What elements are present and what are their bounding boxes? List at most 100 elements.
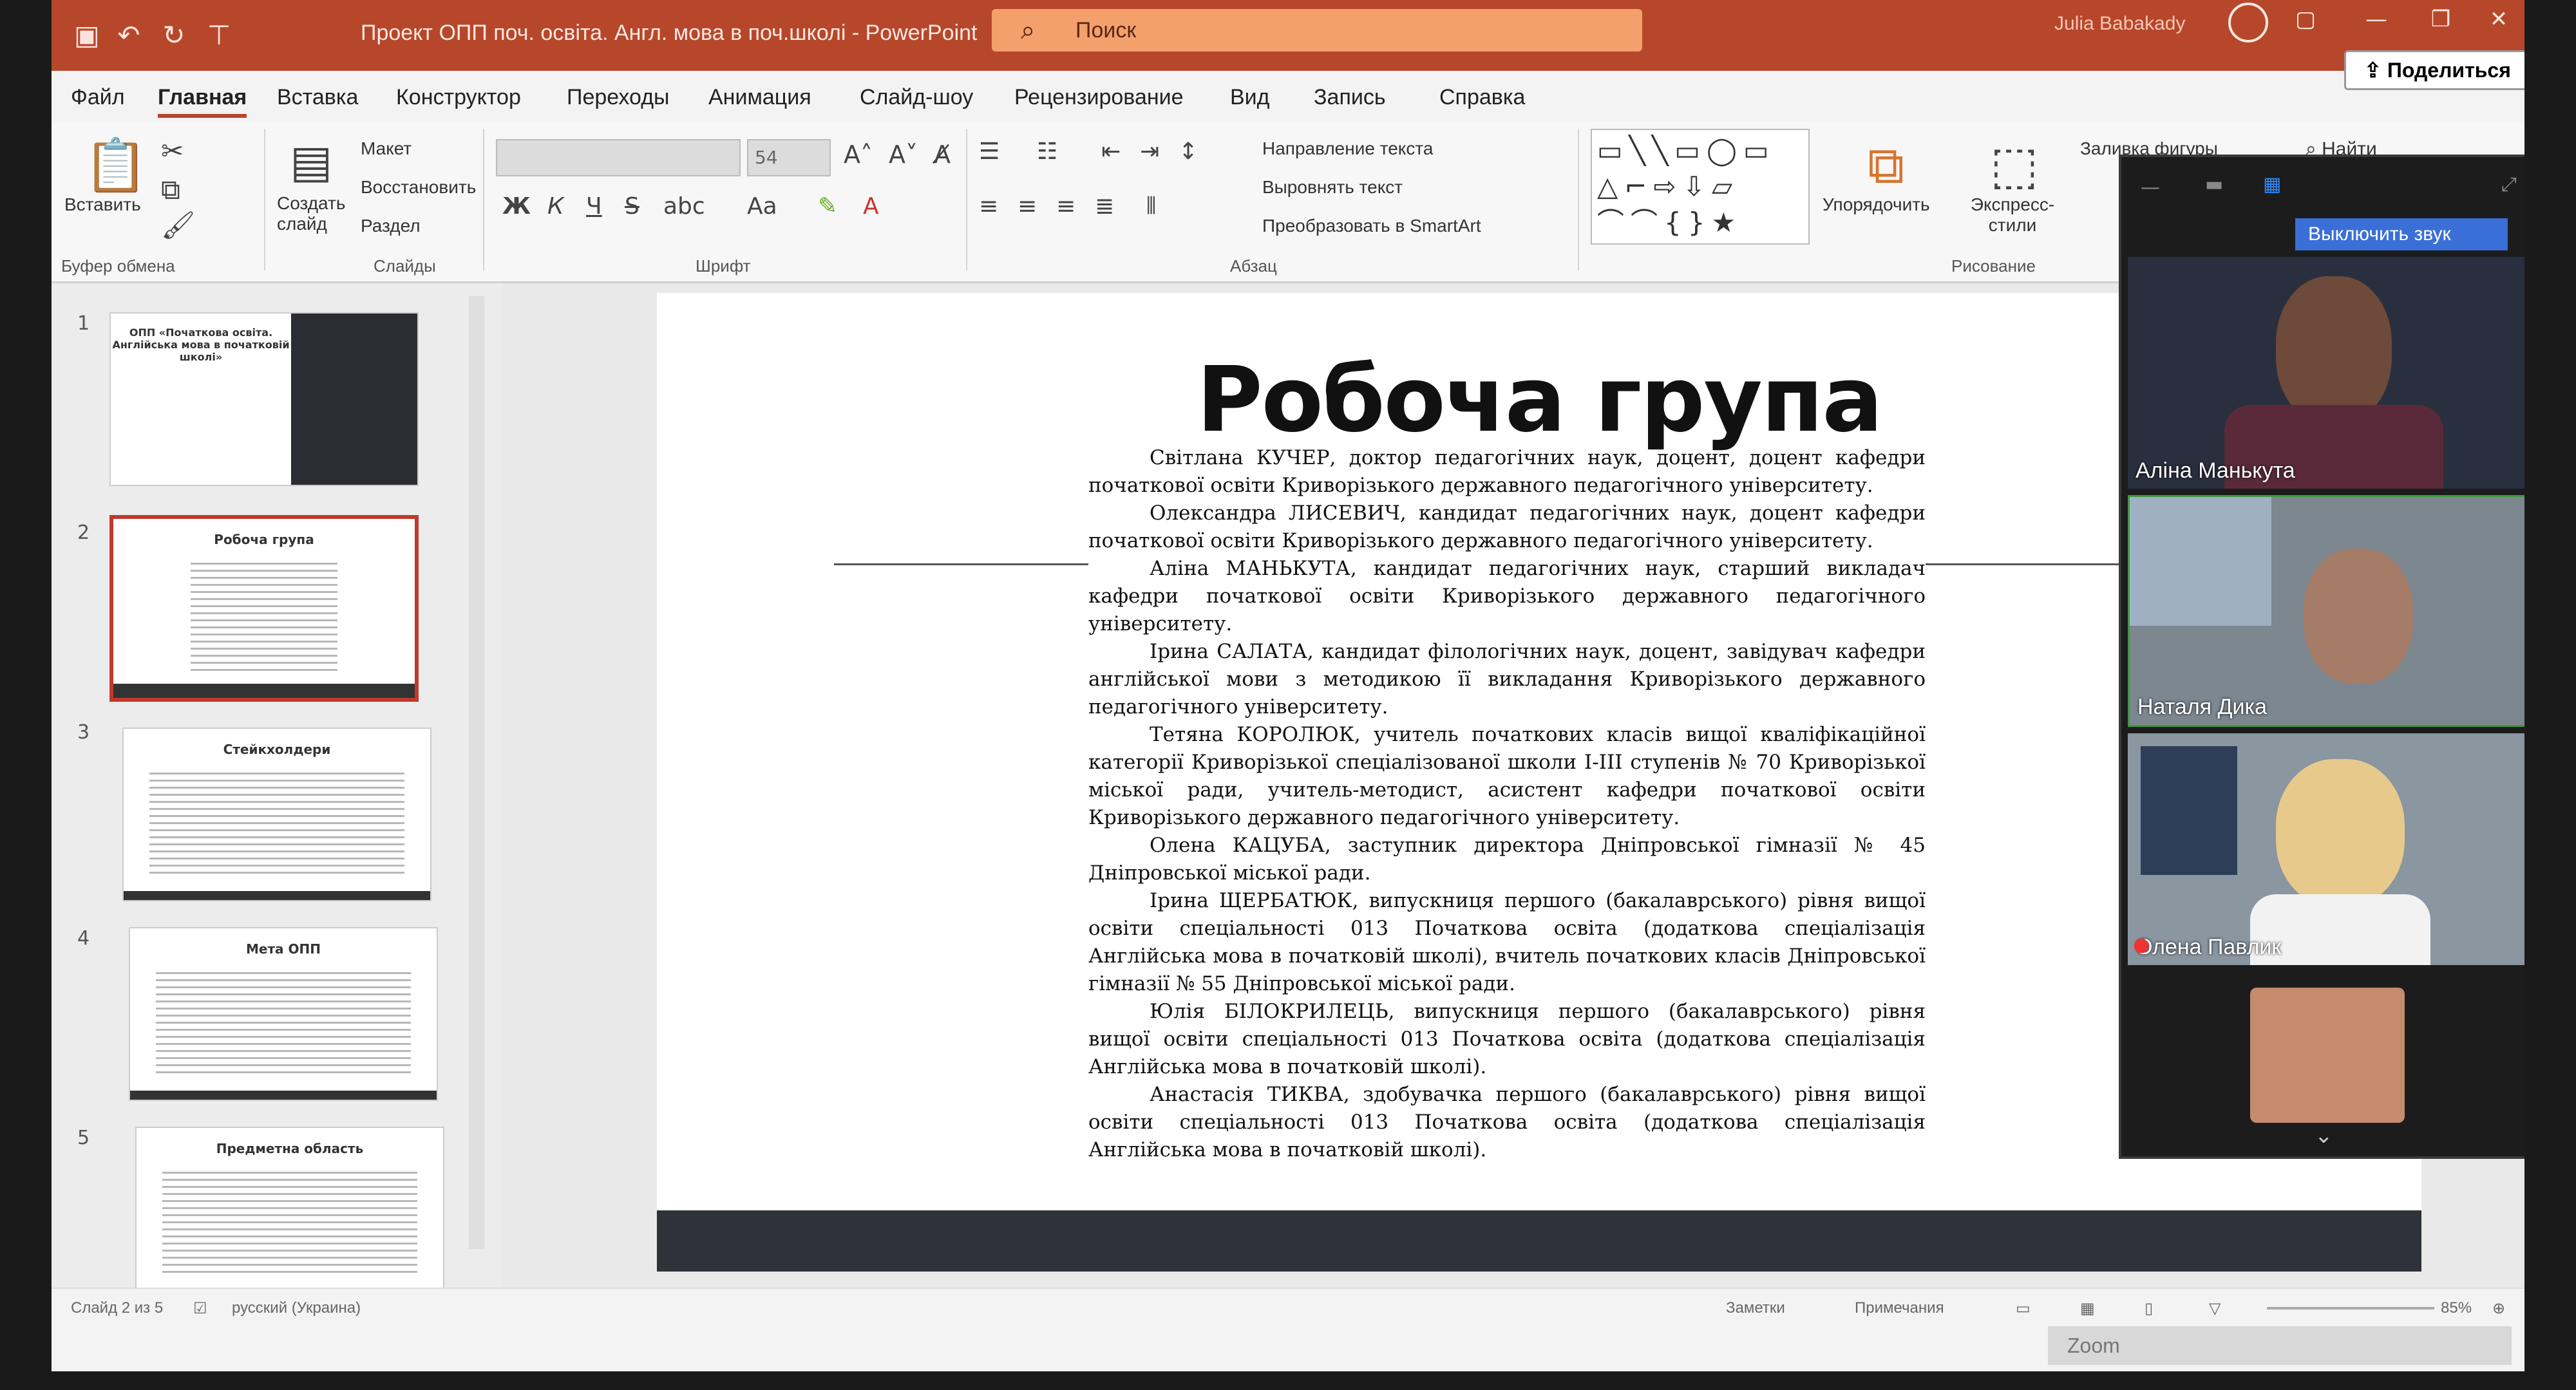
cut-icon[interactable]: ✂ xyxy=(161,135,184,167)
highlight-icon[interactable]: ✎ xyxy=(818,193,837,220)
search-input[interactable]: ⌕ Поиск xyxy=(992,9,1642,52)
tab-help[interactable]: Справка xyxy=(1439,85,1525,110)
thumbnail-slide-5[interactable]: Предметна область xyxy=(135,1127,444,1301)
minimize-icon[interactable]: — xyxy=(2141,176,2160,199)
quick-styles-icon[interactable]: ⬚ xyxy=(1990,135,2039,195)
new-slide-button[interactable]: Создать слайд xyxy=(277,193,354,234)
change-case-button[interactable]: Aa xyxy=(747,193,777,220)
shapes-gallery[interactable]: ▭╲╲▭◯▭ △⌐⇨⇩▱ ⌒⌒{}★ xyxy=(1591,129,1810,245)
search-placeholder: Поиск xyxy=(1075,18,1137,42)
underline-button[interactable]: Ч xyxy=(586,193,602,220)
save-icon[interactable]: ▣ xyxy=(71,19,103,52)
thumbnail-slide-1[interactable]: ОПП «Початкова освіта. Англійська мова в… xyxy=(109,312,419,486)
paste-icon[interactable]: 📋 xyxy=(84,135,148,196)
quick-styles-button[interactable]: Экспресс-стили xyxy=(1958,194,2067,236)
spellcheck-icon[interactable]: ☑ xyxy=(193,1299,207,1318)
bullets-icon[interactable]: ☰ xyxy=(979,138,999,165)
undo-icon[interactable]: ↶ xyxy=(113,19,145,52)
slideshow-view-icon[interactable]: ▽ xyxy=(2209,1299,2221,1318)
ribbon-display-icon[interactable]: ▢ xyxy=(2273,0,2338,39)
tab-view[interactable]: Вид xyxy=(1230,85,1270,110)
layout-button[interactable]: Макет xyxy=(361,138,412,159)
chevron-down-icon[interactable]: ⌄ xyxy=(2315,1123,2333,1149)
participant-tile[interactable]: Наталя Дика xyxy=(2128,495,2524,727)
bold-button[interactable]: Ж xyxy=(502,193,531,220)
zoom-video-panel: — ▬ ▦ ⤢ Выключить звук Аліна Манькута На… xyxy=(2119,155,2524,1159)
member-entry: Світлана КУЧЕР, доктор педагогічних наук… xyxy=(1088,446,1926,497)
language-indicator[interactable]: русский (Украина) xyxy=(232,1299,361,1317)
divider xyxy=(1578,129,1579,270)
share-label: Поделиться xyxy=(2387,59,2511,82)
normal-view-icon[interactable]: ▭ xyxy=(2016,1299,2031,1318)
participant-avatar[interactable] xyxy=(2250,988,2405,1123)
thumbnail-slide-2[interactable]: Робоча група xyxy=(109,515,419,702)
zoom-slider[interactable] xyxy=(2267,1307,2434,1310)
view-icon[interactable]: ▬ xyxy=(2205,173,2223,196)
format-painter-icon[interactable]: 🖌 xyxy=(161,209,195,241)
muted-mic-icon: ● xyxy=(2133,934,2150,956)
share-button[interactable]: ⇪ Поделиться xyxy=(2344,50,2524,90)
gallery-icon[interactable]: ▦ xyxy=(2263,173,2281,196)
text-direction-button[interactable]: Направление текста xyxy=(1262,138,1433,159)
zoom-level[interactable]: 85% xyxy=(2441,1299,2472,1317)
convert-smartart-button[interactable]: Преобразовать в SmartArt xyxy=(1262,216,1481,236)
member-entry: Ірина ЩЕРБАТЮК, випускниця першого (бака… xyxy=(1088,889,1926,995)
tab-insert[interactable]: Вставка xyxy=(277,85,358,110)
decrease-indent-icon[interactable]: ⇤ xyxy=(1101,138,1121,165)
thumbnail-scrollbar[interactable] xyxy=(469,296,484,1249)
fit-slide-icon[interactable]: ⊕ xyxy=(2492,1299,2505,1318)
mute-button[interactable]: Выключить звук xyxy=(2295,218,2508,250)
justify-icon[interactable]: ≣ xyxy=(1095,193,1114,220)
arrange-icon[interactable]: ⧉ xyxy=(1868,135,1904,196)
paste-button[interactable]: Вставить xyxy=(64,194,141,215)
numbering-icon[interactable]: ☷ xyxy=(1037,138,1057,165)
redo-icon[interactable]: ↻ xyxy=(158,19,190,52)
align-right-icon[interactable]: ≡ xyxy=(1056,193,1075,220)
tab-design[interactable]: Конструктор xyxy=(396,85,521,110)
user-name[interactable]: Julia Babakady xyxy=(2054,13,2185,35)
columns-icon[interactable]: ⫴ xyxy=(1146,193,1156,220)
italic-button[interactable]: К xyxy=(547,193,564,220)
maximize-icon[interactable]: ⤢ xyxy=(2501,173,2517,196)
ribbon-tabs: Файл Главная Вставка Конструктор Переход… xyxy=(52,71,2524,122)
font-name-select[interactable] xyxy=(496,139,741,176)
font-size-select[interactable]: 54 xyxy=(747,139,831,176)
restore-icon[interactable]: ❐ xyxy=(2409,0,2473,39)
reading-view-icon[interactable]: ▯ xyxy=(2145,1299,2153,1318)
font-color-icon[interactable]: A xyxy=(863,193,879,220)
tab-home[interactable]: Главная xyxy=(158,85,247,118)
clear-format-icon[interactable]: A̸ xyxy=(934,140,951,169)
comments-button[interactable]: Примечания xyxy=(1855,1299,1944,1317)
avatar[interactable] xyxy=(2228,3,2268,42)
shrink-font-icon[interactable]: A˅ xyxy=(889,140,918,169)
new-slide-icon[interactable]: ▤ xyxy=(290,135,332,188)
grow-font-icon[interactable]: A˄ xyxy=(844,140,873,169)
tab-review[interactable]: Рецензирование xyxy=(1014,85,1184,110)
sorter-view-icon[interactable]: ▦ xyxy=(2080,1299,2095,1318)
line-spacing-icon[interactable]: ↕ xyxy=(1179,138,1198,165)
align-center-icon[interactable]: ≡ xyxy=(1018,193,1037,220)
shadow-icon[interactable]: abc xyxy=(663,193,705,220)
copy-icon[interactable]: ⧉ xyxy=(161,174,180,206)
thumbnail-slide-3[interactable]: Стейкхолдери xyxy=(122,728,431,901)
tab-slideshow[interactable]: Слайд-шоу xyxy=(860,85,973,110)
align-left-icon[interactable]: ≡ xyxy=(979,193,998,220)
tab-animations[interactable]: Анимация xyxy=(708,85,811,110)
increase-indent-icon[interactable]: ⇥ xyxy=(1140,138,1159,165)
present-icon[interactable]: ⊤ xyxy=(203,19,235,52)
participant-tile[interactable]: Аліна Манькута xyxy=(2128,257,2524,489)
notes-button[interactable]: Заметки xyxy=(1726,1299,1785,1317)
minimize-icon[interactable]: — xyxy=(2344,0,2409,39)
tab-transitions[interactable]: Переходы xyxy=(567,85,669,110)
tab-file[interactable]: Файл xyxy=(71,85,125,110)
align-text-button[interactable]: Выровнять текст xyxy=(1262,177,1403,198)
working-group-text[interactable]: Світлана КУЧЕР, доктор педагогічних наук… xyxy=(1088,444,1926,1164)
participant-tile[interactable]: Олена Павлик ● xyxy=(2128,733,2524,965)
close-icon[interactable]: ✕ xyxy=(2467,0,2524,39)
arrange-button[interactable]: Упорядочить xyxy=(1823,194,1930,215)
thumbnail-slide-4[interactable]: Мета ОПП xyxy=(129,927,438,1101)
section-button[interactable]: Раздел xyxy=(361,216,421,236)
reset-button[interactable]: Восстановить xyxy=(361,177,476,198)
tab-record[interactable]: Запись xyxy=(1314,85,1386,110)
strikethrough-button[interactable]: S xyxy=(625,193,639,220)
